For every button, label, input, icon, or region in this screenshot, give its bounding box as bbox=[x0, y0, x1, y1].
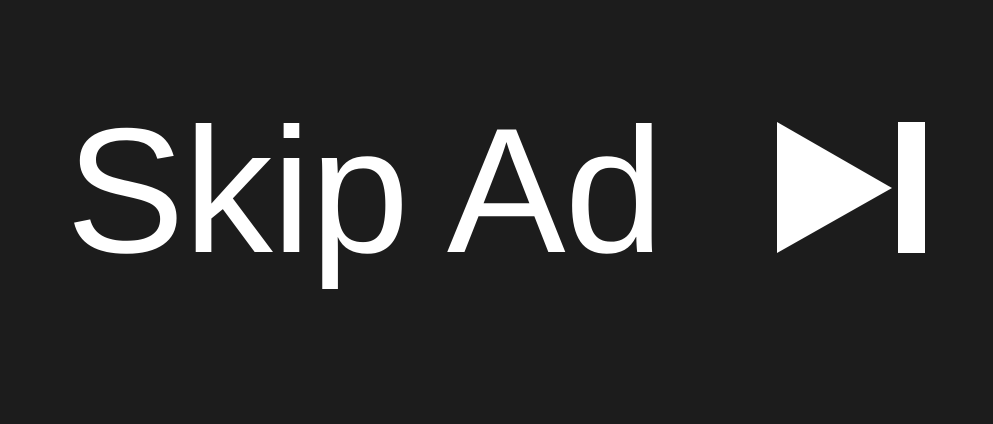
skip-ad-button[interactable]: Skip Ad bbox=[0, 0, 993, 424]
skip-ad-label: Skip Ad bbox=[66, 91, 664, 290]
skip-next-icon bbox=[777, 122, 925, 253]
